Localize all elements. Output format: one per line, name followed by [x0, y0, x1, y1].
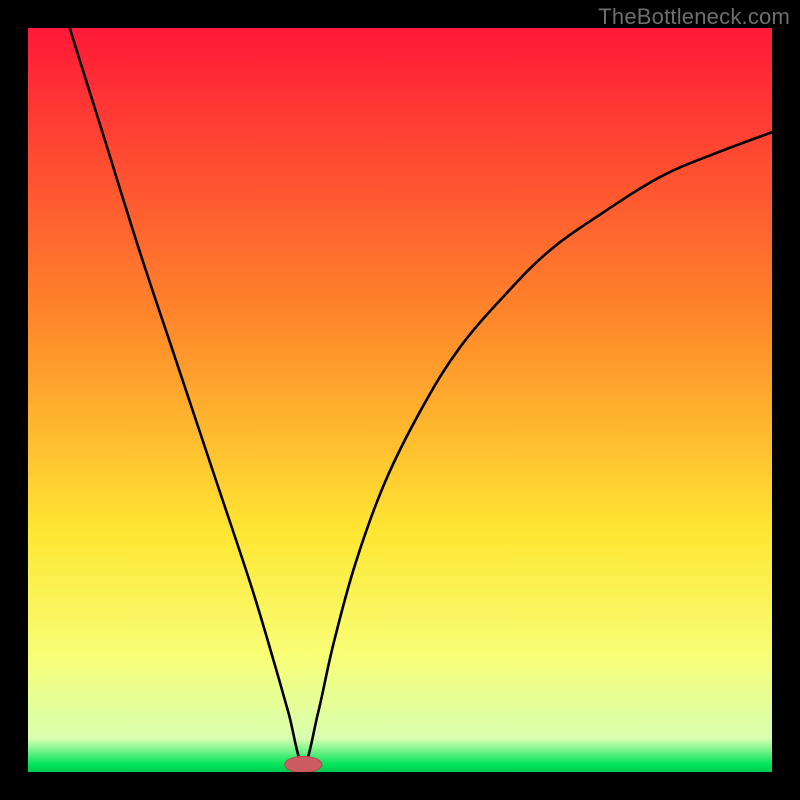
plot-svg — [28, 28, 772, 772]
chart-frame: TheBottleneck.com — [0, 0, 800, 800]
plot-area — [28, 28, 772, 772]
watermark-text: TheBottleneck.com — [598, 4, 790, 30]
gradient-background — [28, 28, 772, 772]
optimal-point-marker — [285, 756, 322, 772]
